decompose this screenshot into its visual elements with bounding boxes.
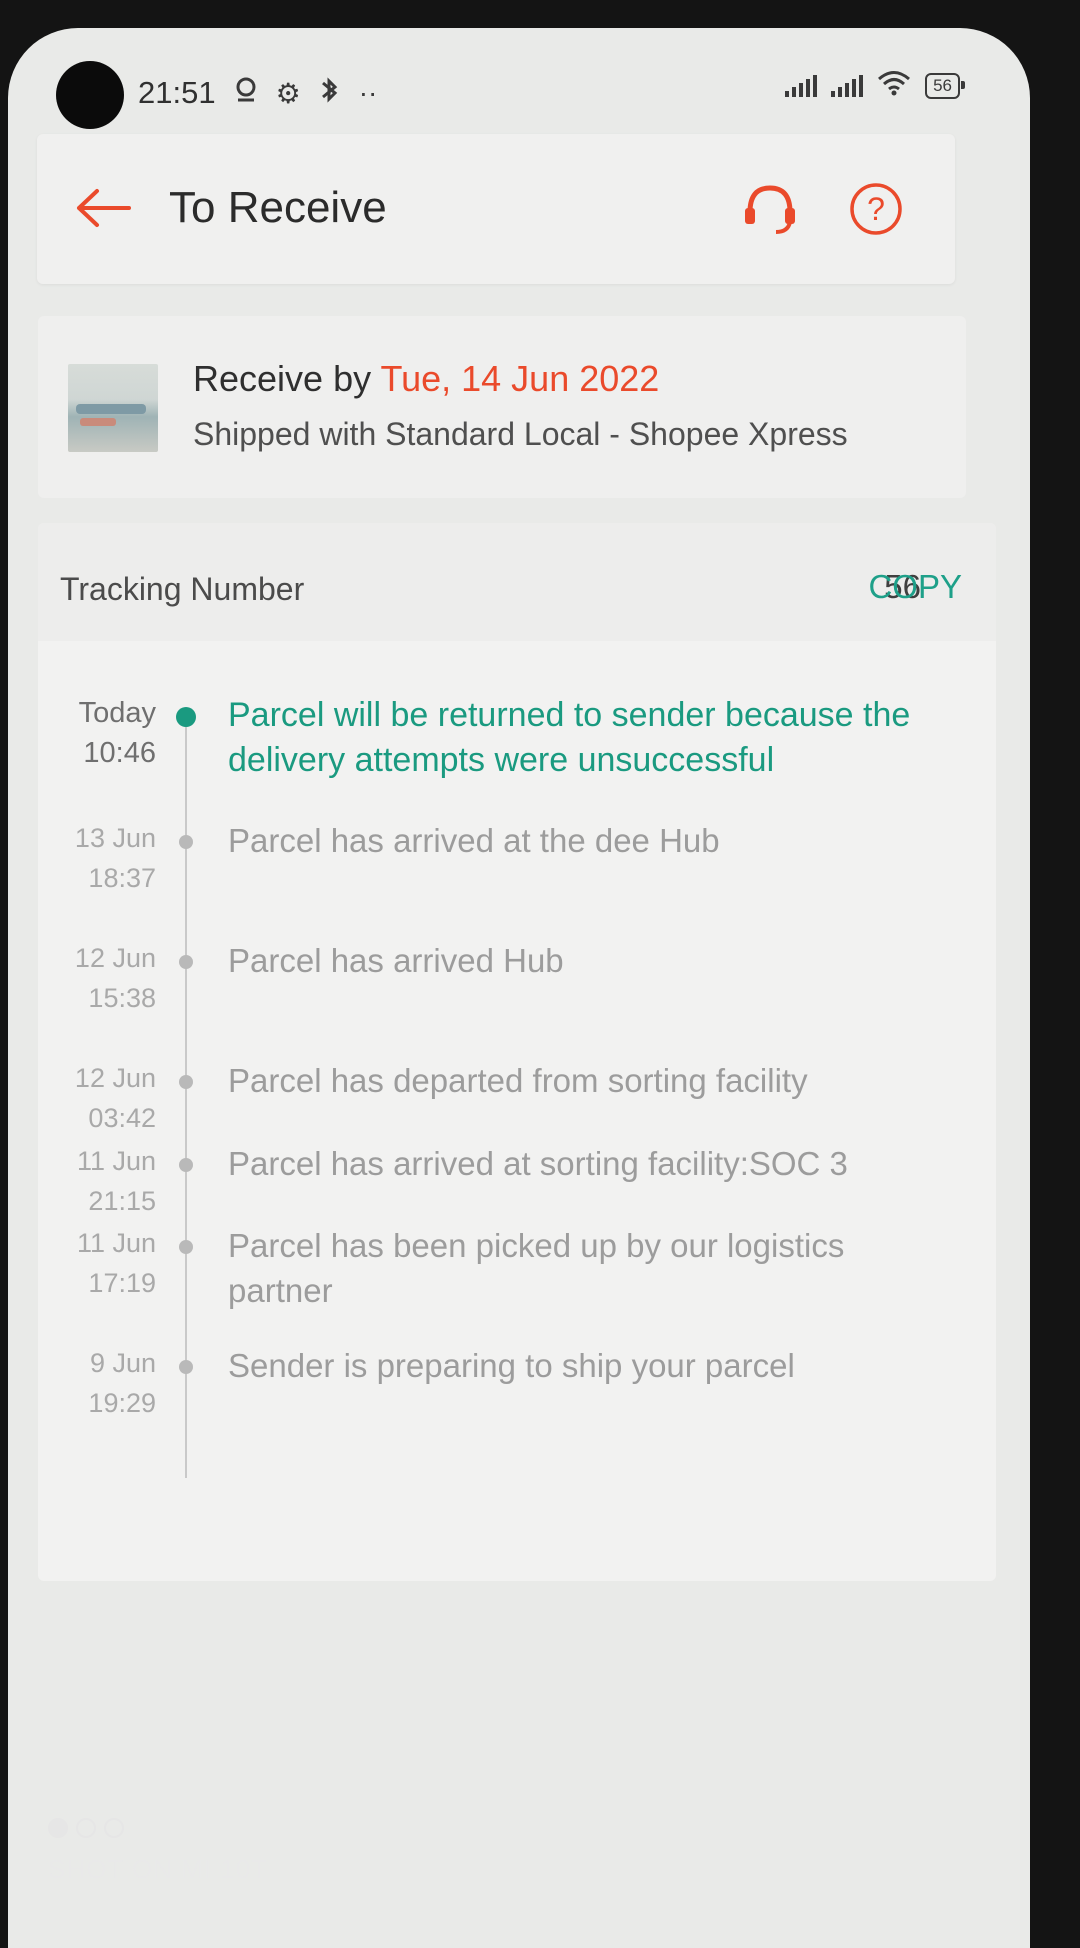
- event-description: Parcel has been picked up by our logisti…: [228, 1227, 845, 1309]
- product-thumbnail: [68, 364, 158, 452]
- event-description: Parcel has arrived at the dee Hub: [228, 822, 720, 859]
- receive-by-label: Receive by: [193, 358, 381, 399]
- status-dot: [179, 1075, 193, 1089]
- signal-icon: [831, 75, 864, 97]
- status-time: 21:51: [138, 75, 216, 110]
- back-button[interactable]: [73, 178, 133, 238]
- question-circle-icon: ?: [850, 183, 902, 235]
- gear-icon: ⚙: [275, 77, 301, 109]
- svg-text:?: ?: [867, 191, 885, 227]
- camera-watermark: SHOT ON MI 10T: [48, 1854, 269, 1884]
- event-description: Parcel will be returned to sender becaus…: [228, 696, 911, 779]
- app-header: To Receive ?: [37, 134, 955, 284]
- event-description: Parcel has arrived Hub: [228, 942, 564, 979]
- event-date: 9 Jun: [89, 1348, 156, 1378]
- receive-by-date: Tue, 14 Jun 2022: [380, 358, 660, 399]
- tracking-card: Tracking Number 56 COPY Today 10:46 Parcel…: [38, 523, 996, 1581]
- phone-screen: 21:51 ⚙ ·· 56 To Receive ? Receive by Tu…: [8, 28, 1030, 1948]
- back-arrow-icon: [77, 189, 131, 227]
- event-date: 12 Jun: [74, 1063, 156, 1093]
- event-date: 13 Jun: [74, 823, 156, 853]
- event-date: 12 Jun: [74, 943, 156, 973]
- event-description: Parcel has departed from sorting facilit…: [228, 1062, 808, 1099]
- event-datetime: 12 Jun 03:42: [38, 1058, 156, 1138]
- event-date: Today: [78, 697, 156, 729]
- event-time: 10:46: [83, 737, 156, 769]
- status-dot: [179, 1360, 193, 1374]
- event-time: 19:29: [88, 1388, 156, 1418]
- copy-button[interactable]: COPY: [868, 568, 962, 606]
- event-datetime: 13 Jun 18:37: [38, 818, 156, 898]
- event-datetime: 11 Jun 17:19: [38, 1223, 156, 1303]
- page-title: To Receive: [169, 183, 387, 232]
- wifi-icon: [877, 70, 911, 102]
- status-dot: [179, 955, 193, 969]
- status-bar-right: 56: [785, 70, 965, 102]
- event-date: 11 Jun: [76, 1228, 156, 1258]
- event-time: 03:42: [88, 1103, 156, 1133]
- event-time: 17:19: [88, 1268, 156, 1298]
- event-description: Parcel has arrived at sorting facility:S…: [228, 1145, 848, 1182]
- customer-support-button[interactable]: [737, 176, 803, 242]
- event-time: 15:38: [88, 983, 156, 1013]
- current-status-dot: [176, 707, 196, 727]
- delivery-card[interactable]: Receive by Tue, 14 Jun 2022 Shipped with…: [38, 316, 966, 498]
- signal-icon: [785, 75, 818, 97]
- status-dot: [179, 1158, 193, 1172]
- camera-dots: [48, 1818, 124, 1838]
- event-datetime: 12 Jun 15:38: [38, 938, 156, 1018]
- event-description: Sender is preparing to ship your parcel: [228, 1347, 795, 1384]
- event-datetime: Today 10:46: [38, 693, 156, 773]
- tracking-number-row: Tracking Number 56 COPY: [38, 523, 996, 641]
- location-icon: [234, 76, 258, 111]
- status-bar-left: 21:51 ⚙ ··: [138, 68, 377, 118]
- status-dot: [179, 1240, 193, 1254]
- front-camera: [56, 61, 124, 129]
- receive-by-text: Receive by Tue, 14 Jun 2022: [193, 358, 659, 400]
- shipping-method: Shipped with Standard Local - Shopee Xpr…: [193, 416, 848, 452]
- help-button[interactable]: ?: [843, 176, 909, 242]
- event-time: 18:37: [88, 863, 156, 893]
- event-datetime: 9 Jun 19:29: [38, 1343, 156, 1423]
- headset-icon: [745, 185, 795, 234]
- event-datetime: 11 Jun 21:15: [38, 1141, 156, 1221]
- status-dot: [179, 835, 193, 849]
- bluetooth-icon: [319, 76, 341, 110]
- event-time: 21:15: [88, 1186, 156, 1216]
- more-dots-icon: ··: [358, 77, 378, 108]
- event-date: 11 Jun: [76, 1146, 156, 1176]
- battery-icon: 56: [925, 73, 965, 99]
- tracking-number-label: Tracking Number: [60, 571, 305, 607]
